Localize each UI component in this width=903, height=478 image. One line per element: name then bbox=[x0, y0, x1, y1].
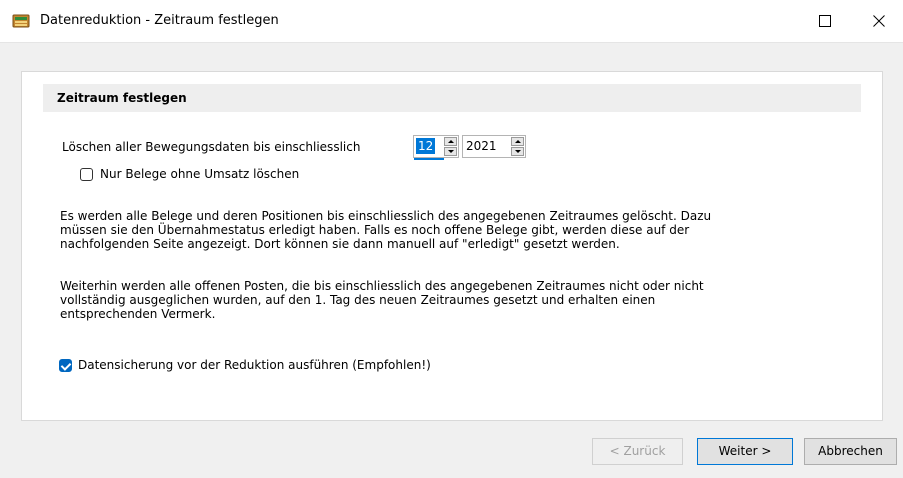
year-spin-buttons[interactable] bbox=[511, 137, 524, 156]
year-down-arrow-icon[interactable] bbox=[511, 147, 524, 156]
year-up-arrow-icon[interactable] bbox=[511, 137, 524, 146]
only-no-revenue-label[interactable]: Nur Belege ohne Umsatz löschen bbox=[100, 167, 299, 181]
close-button[interactable] bbox=[856, 0, 902, 42]
content-panel: Zeitraum festlegen Löschen aller Bewegun… bbox=[21, 71, 883, 421]
month-spinner[interactable]: 12 bbox=[413, 135, 459, 160]
info-line: nachfolgenden Seite angezeigt. Dort könn… bbox=[60, 237, 620, 251]
info-line: Es werden alle Belege und deren Position… bbox=[60, 209, 712, 223]
cancel-button[interactable]: Abbrechen bbox=[804, 438, 897, 465]
month-value[interactable]: 12 bbox=[416, 138, 436, 154]
close-icon bbox=[873, 15, 885, 27]
title-bar: Datenreduktion - Zeitraum festlegen bbox=[0, 0, 903, 43]
maximize-icon bbox=[819, 15, 831, 27]
info-paragraph-1: Es werden alle Belege und deren Position… bbox=[60, 209, 850, 251]
info-paragraph-2: Weiterhin werden alle offenen Posten, di… bbox=[60, 279, 850, 321]
back-button[interactable]: < Zurück bbox=[592, 438, 683, 465]
section-header: Zeitraum festlegen bbox=[43, 84, 861, 112]
month-down-arrow-icon[interactable] bbox=[444, 147, 457, 156]
section-title: Zeitraum festlegen bbox=[57, 91, 187, 105]
year-spinner[interactable]: 2021 bbox=[462, 135, 526, 158]
info-line: Weiterhin werden alle offenen Posten, di… bbox=[60, 279, 704, 293]
month-spin-buttons[interactable] bbox=[444, 137, 457, 156]
year-value[interactable]: 2021 bbox=[466, 139, 497, 153]
window-title: Datenreduktion - Zeitraum festlegen bbox=[40, 13, 279, 28]
database-app-icon bbox=[12, 14, 30, 28]
month-up-arrow-icon[interactable] bbox=[444, 137, 457, 146]
info-line: müssen sie den Übernahmestatus erledigt … bbox=[60, 223, 690, 237]
maximize-button[interactable] bbox=[802, 0, 848, 42]
only-no-revenue-checkbox[interactable] bbox=[80, 168, 93, 181]
next-button[interactable]: Weiter > bbox=[697, 438, 793, 465]
period-label: Löschen aller Bewegungsdaten bis einschl… bbox=[62, 140, 361, 154]
backup-checkbox[interactable] bbox=[59, 359, 72, 372]
backup-label[interactable]: Datensicherung vor der Reduktion ausführ… bbox=[78, 358, 431, 372]
info-line: entsprechenden Vermerk. bbox=[60, 307, 216, 321]
info-line: vollständig ausgeglichen wurden, auf den… bbox=[60, 293, 656, 307]
